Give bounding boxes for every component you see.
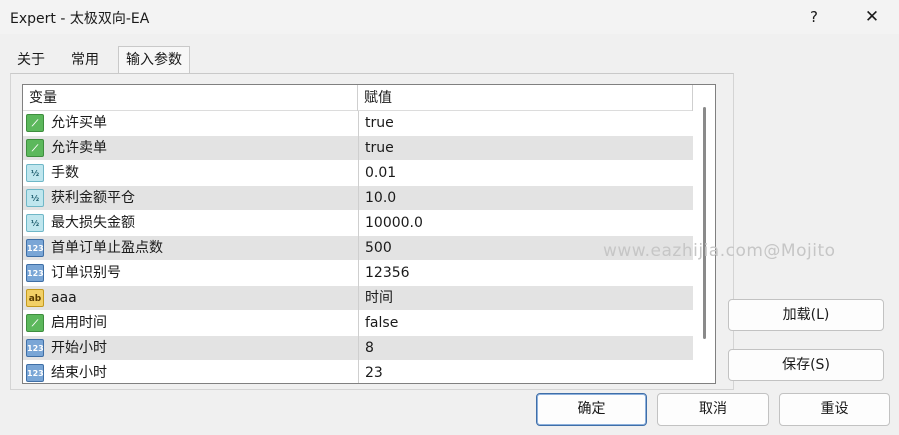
param-value[interactable]: true (358, 136, 693, 161)
header-variable[interactable]: 变量 (23, 85, 358, 111)
vertical-scrollbar[interactable] (703, 107, 706, 339)
help-button[interactable]: ? (800, 4, 828, 30)
bool-type-icon: ⟋ (26, 314, 44, 332)
tab-input-params[interactable]: 输入参数 (118, 46, 190, 74)
param-value[interactable]: 23 (358, 361, 693, 383)
param-value[interactable]: 时间 (358, 286, 693, 311)
param-row[interactable]: ½ 获利金额平仓 10.0 (23, 186, 693, 211)
bool-type-icon: ⟋ (26, 114, 44, 132)
param-name: 开始小时 (51, 340, 107, 356)
param-name: 允许买单 (51, 115, 107, 131)
param-value[interactable]: 10000.0 (358, 211, 693, 236)
load-button[interactable]: 加载(L) (728, 299, 884, 331)
param-value[interactable]: 12356 (358, 261, 693, 286)
param-value[interactable]: 8 (358, 336, 693, 361)
bool-type-icon: ⟋ (26, 139, 44, 157)
param-row[interactable]: ab aaa 时间 (23, 286, 693, 311)
param-name: 允许卖单 (51, 140, 107, 156)
int-type-icon: 123 (26, 339, 44, 357)
header-value[interactable]: 赋值 (358, 85, 693, 111)
watermark: www.eazhijia.com@Mojito (603, 241, 836, 261)
window-title: Expert - 太极双向-EA (10, 11, 150, 27)
param-name: 启用时间 (51, 315, 107, 331)
param-name: 订单识别号 (51, 265, 121, 281)
param-value[interactable]: 0.01 (358, 161, 693, 186)
parameters-grid[interactable]: 变量 赋值 ⟋ 允许买单 true ⟋ 允许卖单 true ½ 手数 0.01 … (22, 84, 716, 384)
double-type-icon: ½ (26, 164, 44, 182)
close-button[interactable]: ✕ (858, 4, 886, 30)
param-name: 手数 (51, 165, 79, 181)
param-row[interactable]: ⟋ 启用时间 false (23, 311, 693, 336)
param-name: 最大损失金额 (51, 215, 135, 231)
param-row[interactable]: ½ 最大损失金额 10000.0 (23, 211, 693, 236)
string-type-icon: ab (26, 289, 44, 307)
param-value[interactable]: false (358, 311, 693, 336)
param-value[interactable]: 10.0 (358, 186, 693, 211)
param-name: 结束小时 (51, 365, 107, 381)
param-name: 首单订单止盈点数 (51, 240, 163, 256)
title-bar: Expert - 太极双向-EA ? ✕ (0, 0, 899, 34)
int-type-icon: 123 (26, 264, 44, 282)
param-row[interactable]: 123 结束小时 23 (23, 361, 693, 383)
tab-about[interactable]: 关于 (10, 48, 52, 73)
ok-button[interactable]: 确定 (536, 393, 647, 426)
cancel-button[interactable]: 取消 (657, 393, 769, 426)
param-value[interactable]: true (358, 111, 693, 136)
param-row[interactable]: 123 首单订单止盈点数 500 (23, 236, 693, 261)
int-type-icon: 123 (26, 239, 44, 257)
reset-button[interactable]: 重设 (779, 393, 890, 426)
double-type-icon: ½ (26, 214, 44, 232)
tab-common[interactable]: 常用 (64, 48, 106, 73)
param-row[interactable]: ⟋ 允许卖单 true (23, 136, 693, 161)
double-type-icon: ½ (26, 189, 44, 207)
param-name: 获利金额平仓 (51, 190, 135, 206)
param-row[interactable]: 123 订单识别号 12356 (23, 261, 693, 286)
param-row[interactable]: ½ 手数 0.01 (23, 161, 693, 186)
grid-header: 变量 赋值 (23, 85, 693, 111)
int-type-icon: 123 (26, 364, 44, 382)
param-name: aaa (51, 290, 77, 306)
save-button[interactable]: 保存(S) (728, 349, 884, 381)
param-row[interactable]: 123 开始小时 8 (23, 336, 693, 361)
param-row[interactable]: ⟋ 允许买单 true (23, 111, 693, 136)
